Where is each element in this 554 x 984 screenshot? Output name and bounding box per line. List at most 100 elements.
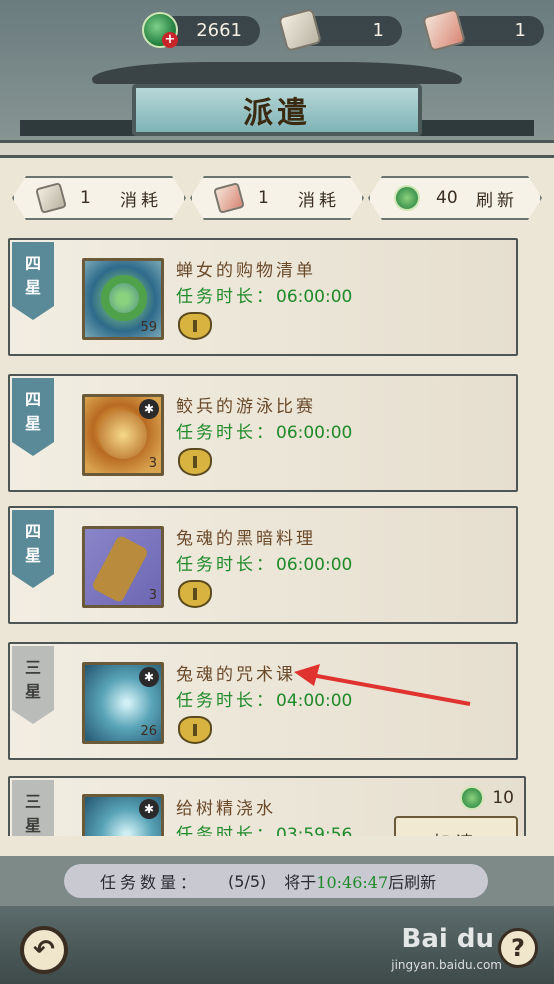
rank-char: 星 [24,278,41,297]
page-title: 派遣 [243,96,311,131]
add-icon[interactable]: + [162,32,178,48]
task-duration: 任务时长：06:00:00 [176,418,352,443]
task-reward-item[interactable]: 59 [82,258,164,340]
task-duration: 任务时长：03:59:56 [176,820,352,836]
rank-ribbon: 四 星 [12,378,54,456]
task-count-value: (5/5) [228,871,267,891]
help-button[interactable]: ? [498,928,538,968]
currency-bar: + 2661 1 1 [0,7,554,53]
task-card[interactable]: 四 星 59 蝉女的购物清单 任务时长：06:00:00 [8,238,518,356]
reward-pouch-icon[interactable] [178,448,212,476]
red-scroll-icon [213,182,245,214]
gate-roof [92,62,462,84]
cost-amount: 1 [258,188,269,208]
task-title: 鲛兵的游泳比赛 [176,397,316,417]
duration-value: 06:00:00 [276,555,353,575]
scroll-dispatch-button[interactable]: 1 消耗 [12,176,186,220]
refresh-prefix: 将于 [284,873,317,892]
scroll-currency-value: 1 [372,20,384,41]
duration-label: 任务时长： [176,825,276,836]
task-card[interactable]: 四 星 ✱ 3 鲛兵的游泳比赛 任务时长：06:00:00 [8,374,518,492]
rank-ribbon: 四 星 [12,242,54,320]
star-badge-icon: ✱ [139,399,159,419]
task-card[interactable]: 三 星 ✱ 给树精浇水 任务时长：03:59:56 10 加速 [8,776,526,836]
task-card[interactable]: 三 星 ✱ 26 兔魂的咒术课 任务时长：04:00:00 [8,642,518,760]
rank-char: 四 [24,390,41,409]
duration-label: 任务时长： [176,691,276,711]
rank-ribbon: 四 星 [12,510,54,588]
scroll-currency[interactable]: 1 [277,7,402,53]
red-scroll-dispatch-button[interactable]: 1 消耗 [190,176,364,220]
task-reward-item[interactable]: 3 [82,526,164,608]
item-quantity: 59 [140,320,157,335]
item-quantity: 3 [148,456,157,471]
jade-currency[interactable]: + 2661 [142,12,260,48]
rank-ribbon: 三 星 [12,780,54,836]
refresh-time: 10:46:47 [316,873,389,892]
reward-pouch-icon[interactable] [178,716,212,744]
task-duration: 任务时长：04:00:00 [176,686,352,711]
jade-currency-value: 2661 [196,20,242,41]
refresh-button[interactable]: 40 刷新 [368,176,542,220]
duration-label: 任务时长： [176,555,276,575]
reward-pouch-icon[interactable] [178,580,212,608]
material-shard-icon [90,534,150,604]
rank-char: 星 [24,816,41,835]
rank-char: 三 [24,658,41,677]
watermark-url: jingyan.baidu.com [391,958,502,972]
duration-value: 03:59:56 [276,825,353,836]
duration-value: 04:00:00 [276,691,353,711]
red-scroll-currency-value: 1 [514,20,526,41]
task-reward-item[interactable]: ✱ 3 [82,394,164,476]
cost-row: 1 消耗 1 消耗 40 刷新 [0,176,554,222]
duration-label: 任务时长： [176,287,276,307]
task-reward-item[interactable]: ✱ [82,794,164,836]
duration-label: 任务时长： [176,423,276,443]
task-title: 兔魂的黑暗料理 [176,529,316,549]
gold-orb-icon [99,411,147,459]
speedup-cost: 10 [460,786,514,810]
title-gate: 派遣 [0,62,554,142]
rank-ribbon: 三 星 [12,646,54,724]
task-list[interactable]: 四 星 59 蝉女的购物清单 任务时长：06:00:00 四 星 ✱ 3 鲛兵的… [0,236,554,836]
task-duration: 任务时长：06:00:00 [176,550,352,575]
task-title: 给树精浇水 [176,799,276,819]
duration-value: 06:00:00 [276,423,353,443]
speedup-button[interactable]: 加速 [394,816,518,836]
item-quantity: 26 [140,724,157,739]
jade-coin-icon [460,786,485,810]
cost-label: 消耗 [298,190,340,211]
cost-label: 刷新 [476,190,518,211]
refresh-info: 将于10:46:47后刷新 [284,869,436,893]
cost-label: 消耗 [120,190,162,211]
task-duration: 任务时长：06:00:00 [176,282,352,307]
rank-char: 星 [24,414,41,433]
task-title: 蝉女的购物清单 [176,261,316,281]
task-card[interactable]: 四 星 3 兔魂的黑暗料理 任务时长：06:00:00 [8,506,518,624]
title-plaque: 派遣 [132,84,422,136]
jade-coin-icon [394,185,420,211]
rank-char: 星 [24,682,41,701]
cost-amount: 1 [80,188,91,208]
footer: ↶ Bai du jingyan.baidu.com ? [0,906,554,984]
refresh-suffix: 后刷新 [388,873,437,892]
baidu-watermark: Bai du [401,924,494,954]
task-reward-item[interactable]: ✱ 26 [82,662,164,744]
star-badge-icon: ✱ [139,667,159,687]
task-count-label: 任务数量： [100,873,201,892]
rank-char: 四 [24,522,41,541]
task-status: 任务数量： (5/5) 将于10:46:47后刷新 [64,864,488,898]
rank-char: 三 [24,792,41,811]
cost-amount: 40 [436,188,458,208]
reward-pouch-icon[interactable] [178,312,212,340]
star-badge-icon: ✱ [139,799,159,819]
red-scroll-currency[interactable]: 1 [421,7,544,53]
scroll-icon [35,182,67,214]
rank-char: 星 [24,546,41,565]
duration-value: 06:00:00 [276,287,353,307]
jade-ring-icon [101,275,147,321]
status-bar: 任务数量： (5/5) 将于10:46:47后刷新 [0,856,554,906]
back-button[interactable]: ↶ [20,926,68,974]
gate-board [0,140,554,158]
rank-char: 四 [24,254,41,273]
